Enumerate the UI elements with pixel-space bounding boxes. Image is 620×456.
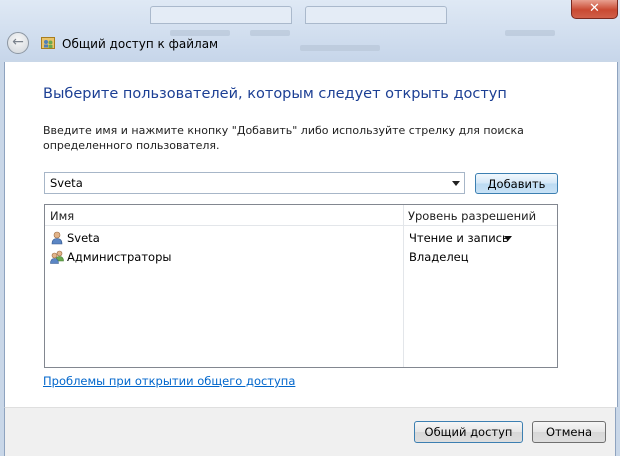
- window-title: Общий доступ к файлам: [62, 37, 219, 51]
- user-name-combobox[interactable]: [44, 172, 465, 194]
- share-wizard-icon: [41, 37, 55, 49]
- back-button[interactable]: ←: [7, 32, 29, 54]
- close-icon: ✕: [589, 1, 600, 16]
- users-list[interactable]: Имя Уровень разрешений Sveta Чтение и за…: [44, 204, 558, 368]
- chevron-down-icon[interactable]: [452, 181, 460, 186]
- permission-level: Владелец: [409, 250, 469, 264]
- user-icon: [51, 231, 63, 245]
- dialog-content: Выберите пользователей, которым следует …: [4, 62, 618, 407]
- column-header-permission[interactable]: Уровень разрешений: [408, 209, 536, 223]
- background-tab: [150, 6, 292, 24]
- cancel-button[interactable]: Отмена: [532, 421, 606, 443]
- permission-level[interactable]: Чтение и запись: [409, 231, 509, 245]
- group-icon: [50, 250, 64, 264]
- column-header-name[interactable]: Имя: [50, 209, 74, 223]
- wizard-header: ← Общий доступ к файлам: [0, 28, 620, 62]
- list-item[interactable]: Администраторы Владелец: [45, 248, 557, 267]
- list-header: Имя Уровень разрешений: [45, 205, 557, 226]
- page-heading: Выберите пользователей, которым следует …: [43, 86, 507, 102]
- sharing-help-link[interactable]: Проблемы при открытии общего доступа: [43, 374, 295, 388]
- dialog-footer: Общий доступ Отмена: [4, 407, 616, 456]
- user-name-input[interactable]: [50, 176, 440, 190]
- list-item[interactable]: Sveta Чтение и запись: [45, 229, 557, 248]
- instructions-text: Введите имя и нажмите кнопку "Добавить" …: [43, 124, 524, 152]
- share-button[interactable]: Общий доступ: [414, 421, 523, 443]
- background-tab: [305, 6, 447, 24]
- back-arrow-icon: ←: [12, 34, 24, 50]
- permission-dropdown-icon[interactable]: [504, 236, 512, 241]
- add-button[interactable]: Добавить: [475, 173, 558, 194]
- user-name: Sveta: [67, 231, 100, 245]
- close-button[interactable]: ✕: [571, 0, 618, 19]
- group-name: Администраторы: [67, 250, 172, 264]
